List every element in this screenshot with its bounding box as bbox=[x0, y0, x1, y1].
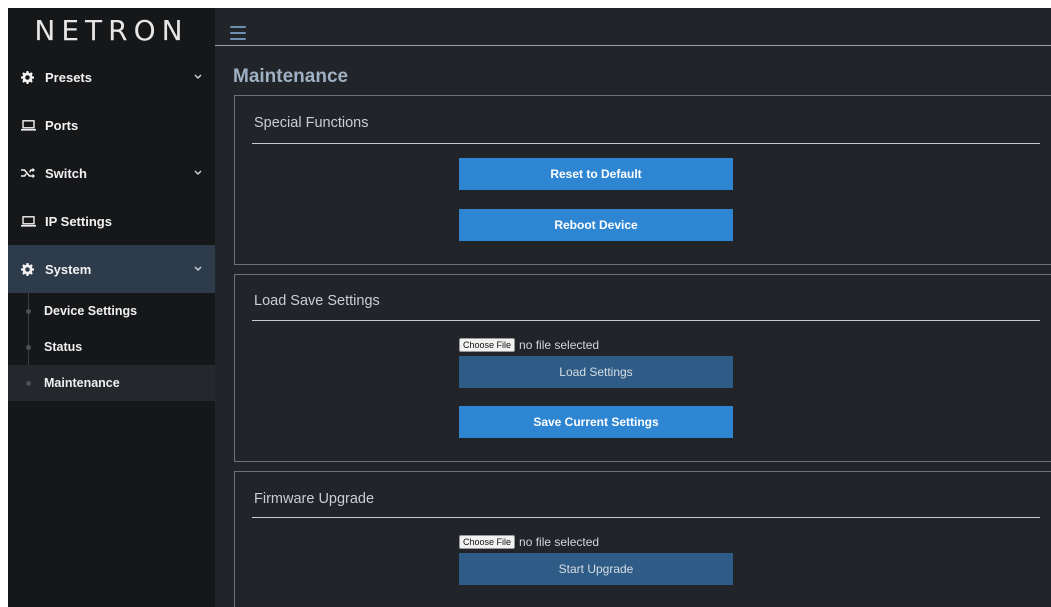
file-status-text: no file selected bbox=[519, 338, 600, 352]
card-divider bbox=[252, 143, 1040, 144]
bullet-dot-icon bbox=[26, 344, 31, 350]
chevron-down-icon bbox=[193, 72, 203, 82]
logo: NETRON bbox=[34, 13, 189, 47]
sidebar-subitem-label: Maintenance bbox=[44, 376, 120, 390]
load-save-settings-card: Load Save Settings Choose File no file s… bbox=[234, 274, 1051, 462]
sidebar-item-label: Switch bbox=[45, 165, 87, 181]
sidebar-item-switch[interactable]: Switch bbox=[8, 149, 215, 197]
app-window: NETRON Presets Ports Switch IP Settings … bbox=[8, 8, 1051, 607]
system-subnav: Device Settings Status Maintenance bbox=[8, 293, 215, 401]
sidebar-subitem-label: Device Settings bbox=[44, 304, 138, 318]
start-upgrade-button[interactable]: Start Upgrade bbox=[459, 553, 733, 585]
card-title: Special Functions bbox=[254, 115, 369, 131]
sidebar-item-label: Presets bbox=[45, 69, 92, 85]
gear-icon bbox=[21, 262, 45, 276]
settings-file-picker: Choose File no file selected bbox=[459, 337, 599, 353]
sidebar-item-ports[interactable]: Ports bbox=[8, 101, 215, 149]
sidebar-subitem-device-settings[interactable]: Device Settings bbox=[8, 293, 215, 329]
card-title: Load Save Settings bbox=[254, 293, 380, 309]
sidebar-item-presets[interactable]: Presets bbox=[8, 53, 215, 101]
firmware-file-picker: Choose File no file selected bbox=[459, 534, 599, 550]
choose-file-button[interactable]: Choose File bbox=[459, 338, 516, 352]
save-current-settings-button[interactable]: Save Current Settings bbox=[459, 406, 733, 438]
card-divider bbox=[252, 320, 1040, 321]
laptop-icon bbox=[21, 119, 45, 131]
laptop-icon bbox=[21, 215, 45, 227]
hamburger-menu-icon[interactable] bbox=[230, 26, 246, 40]
sidebar-subitem-label: Status bbox=[44, 340, 83, 354]
chevron-down-icon bbox=[193, 168, 203, 178]
reboot-device-button[interactable]: Reboot Device bbox=[459, 209, 733, 241]
shuffle-icon bbox=[21, 167, 45, 179]
sidebar-nav: Presets Ports Switch IP Settings System … bbox=[8, 53, 215, 401]
sidebar: NETRON Presets Ports Switch IP Settings … bbox=[8, 8, 215, 607]
sidebar-item-ip-settings[interactable]: IP Settings bbox=[8, 197, 215, 245]
card-title: Firmware Upgrade bbox=[254, 491, 375, 507]
sidebar-subitem-maintenance[interactable]: Maintenance bbox=[8, 365, 215, 401]
page-title: Maintenance bbox=[233, 66, 349, 87]
gear-icon bbox=[21, 70, 45, 84]
file-status-text: no file selected bbox=[519, 535, 600, 549]
sidebar-subitem-status[interactable]: Status bbox=[8, 329, 215, 365]
choose-file-button[interactable]: Choose File bbox=[459, 535, 516, 549]
sidebar-item-label: System bbox=[45, 261, 92, 277]
sidebar-item-label: IP Settings bbox=[45, 213, 112, 229]
bullet-dot-icon bbox=[26, 308, 31, 314]
load-settings-button[interactable]: Load Settings bbox=[459, 356, 733, 388]
bullet-dot-icon bbox=[26, 380, 31, 386]
firmware-upgrade-card: Firmware Upgrade Choose File no file sel… bbox=[234, 471, 1051, 607]
reset-to-default-button[interactable]: Reset to Default bbox=[459, 158, 733, 190]
sidebar-item-label: Ports bbox=[45, 117, 79, 133]
header-divider bbox=[215, 45, 1051, 46]
card-divider bbox=[252, 517, 1040, 518]
chevron-down-icon bbox=[193, 264, 203, 274]
sidebar-item-system[interactable]: System bbox=[8, 245, 215, 293]
special-functions-card: Special Functions Reset to Default Reboo… bbox=[234, 95, 1051, 265]
